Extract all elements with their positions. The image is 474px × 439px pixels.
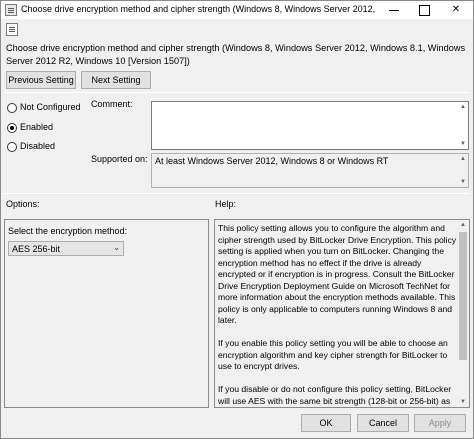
supported-on-field: At least Windows Server 2012, Windows 8 … xyxy=(151,153,469,188)
policy-setting-icon xyxy=(6,23,18,36)
options-panel: Select the encryption method: AES 256-bi… xyxy=(4,219,209,408)
radio-label-disabled: Disabled xyxy=(20,141,56,151)
maximize-button[interactable] xyxy=(409,1,439,19)
next-setting-button[interactable]: Next Setting xyxy=(81,71,151,89)
close-button[interactable]: ✕ xyxy=(439,1,473,19)
encryption-method-label: Select the encryption method: xyxy=(8,226,128,236)
policy-icon xyxy=(5,4,17,16)
scroll-down-icon[interactable]: ▼ xyxy=(459,140,467,148)
scroll-down-icon[interactable]: ▼ xyxy=(459,178,467,186)
supported-on-label: Supported on: xyxy=(91,154,148,164)
encryption-method-value: AES 256-bit xyxy=(12,244,61,254)
supported-on-value: At least Windows Server 2012, Windows 8 … xyxy=(155,156,389,166)
chevron-down-icon: ⌄ xyxy=(113,243,120,252)
scrollbar-thumb[interactable] xyxy=(459,232,467,360)
scroll-down-icon[interactable]: ▼ xyxy=(459,398,467,406)
radio-label-not-configured: Not Configured xyxy=(20,102,81,112)
window-title: Choose drive encryption method and ciphe… xyxy=(21,4,376,14)
help-paragraph: If you enable this policy setting you wi… xyxy=(218,338,448,371)
options-heading: Options: xyxy=(6,199,40,209)
minimize-button[interactable] xyxy=(379,1,409,19)
scroll-up-icon[interactable]: ▲ xyxy=(459,155,467,163)
encryption-method-select[interactable]: AES 256-bit ⌄ xyxy=(8,241,124,256)
scroll-up-icon[interactable]: ▲ xyxy=(459,221,467,229)
help-scrollbar[interactable]: ▲ ▼ xyxy=(457,220,469,407)
radio-button-disabled[interactable] xyxy=(7,142,17,152)
policy-title: Choose drive encryption method and ciphe… xyxy=(6,43,466,66)
state-divider xyxy=(4,193,470,194)
help-panel: This policy setting allows you to config… xyxy=(214,219,470,408)
ok-button[interactable]: OK xyxy=(301,414,351,432)
radio-button-not-configured[interactable] xyxy=(7,103,17,113)
previous-setting-button[interactable]: Previous Setting xyxy=(6,71,76,89)
scroll-up-icon[interactable]: ▲ xyxy=(459,103,467,111)
help-paragraph: This policy setting allows you to config… xyxy=(218,223,457,325)
help-text: This policy setting allows you to config… xyxy=(218,223,458,407)
radio-button-enabled[interactable] xyxy=(7,123,17,133)
help-heading: Help: xyxy=(215,199,237,209)
cancel-button[interactable]: Cancel xyxy=(357,414,409,432)
help-paragraph: If you disable or do not configure this … xyxy=(218,384,452,406)
apply-button[interactable]: Apply xyxy=(414,414,466,432)
header-divider xyxy=(4,92,470,93)
title-bar[interactable]: Choose drive encryption method and ciphe… xyxy=(1,1,473,19)
comment-textarea[interactable]: ▲ ▼ xyxy=(151,101,469,150)
radio-label-enabled: Enabled xyxy=(20,122,54,132)
policy-dialog-window: Choose drive encryption method and ciphe… xyxy=(0,0,474,439)
comment-label: Comment: xyxy=(91,99,133,109)
